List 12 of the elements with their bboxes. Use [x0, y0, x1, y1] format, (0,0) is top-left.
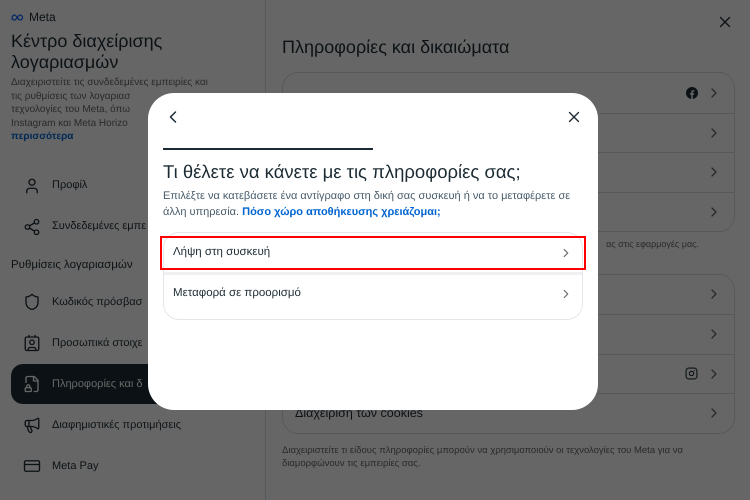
dialog-title: Τι θέλετε να κάνετε με τις πληροφορίες σας; [163, 160, 522, 184]
dialog-description: Επιλέξτε να κατεβάσετε ένα αντίγραφο στη δική σας συσκευή ή να το μεταφέρετε σε άλλη υπηρεσία. Πόσο χώρο αποθήκευσης χρειάζομαι; [163, 188, 572, 220]
description-text: τις ρυθμίσεις των λογαριασ [11, 90, 130, 103]
caption-text: ας στις εφαρμογές μας. [606, 238, 699, 251]
page-title: Κέντρο διαχείρισης λογαριασμών [11, 31, 164, 73]
description-text: Instagram και Meta Horizo [11, 116, 128, 130]
section-title: Ρυθμίσεις λογαριασμών [11, 258, 133, 272]
description-text: τεχνολογίες του Meta, όπω [11, 103, 130, 116]
brand-name: Meta [29, 9, 56, 26]
description-text: Διαχειριστείτε τις συνδεδεμένες εμπειρίες και [11, 76, 208, 90]
section-heading: Πληροφορίες και δικαιώματα [282, 36, 510, 58]
caption-text: Διαχειριστείτε τι είδους πληροφορίες μπορούν να χρησιμοποιούν οι τεχνολογίες του Meta για να διαμορφώνουν τις εμπειρίες σας. [282, 444, 684, 470]
